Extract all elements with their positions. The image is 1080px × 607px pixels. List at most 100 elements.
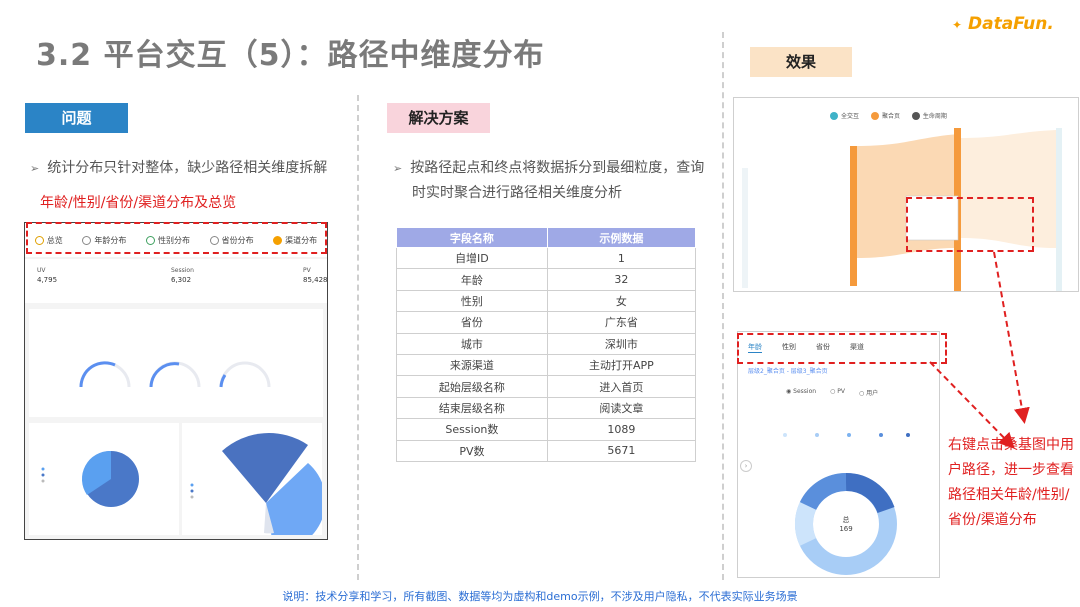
sankey-node-faint xyxy=(742,168,748,288)
logo-mark-icon: ✦ xyxy=(952,18,963,32)
solution-bullet-line2: 时实时聚合进行路径相关维度分析 xyxy=(412,185,622,201)
legend-dot xyxy=(190,483,194,487)
table-cell: 城市 xyxy=(396,332,548,355)
table-cell: 1089 xyxy=(546,418,697,441)
solution-bullet: ➢ 按路径起点和终点将数据拆分到最细粒度，查询 时实时聚合进行路径相关维度分析 xyxy=(393,156,704,205)
gauge-track xyxy=(79,361,131,388)
table-header-row: 字段名称 示例数据 xyxy=(396,227,697,248)
table-header-cell: 字段名称 xyxy=(396,227,548,248)
table-cell: 主动打开APP xyxy=(546,353,697,377)
stat-label: PV xyxy=(303,267,311,274)
bullet-arrow-icon: ➢ xyxy=(393,162,403,175)
table-cell: 进入首页 xyxy=(546,375,697,398)
field-table: 字段名称 示例数据 自增ID 1 年龄 32 性别女 省份 广东省 城市 深圳市 来源渠… xyxy=(396,227,697,462)
legend-dot xyxy=(783,433,787,437)
problem-note: 年龄/性别/省份/渠道分布及总览 xyxy=(40,195,237,211)
dashboard-stats: UV 4,795 Session 6,302 PV 85,428 xyxy=(25,259,328,303)
distribution-screenshot: 年龄 性别 省份 渠道 层级2_聚合页 - 层级3_聚合页 ◉ Session … xyxy=(737,331,940,578)
legend-dot xyxy=(815,433,819,437)
gauge-chart xyxy=(79,361,271,388)
effect-tag: 效果 xyxy=(750,47,852,77)
table-cell: 自增ID xyxy=(396,246,548,270)
bullet-arrow-icon: ➢ xyxy=(30,162,40,175)
effect-note-line: 户路径，进一步查看 xyxy=(948,462,1074,478)
stat-value: 6,302 xyxy=(171,276,192,284)
tabs-highlight-box xyxy=(26,222,327,254)
table-cell: 阅读文章 xyxy=(546,396,697,420)
stat-session: Session 6,302 xyxy=(171,267,194,284)
donut-center-label: 总 xyxy=(842,516,850,524)
legend-dot xyxy=(847,433,851,437)
stat-label: Session xyxy=(171,267,194,274)
problem-bullet-text: 统计分布只针对整体，缺少路径相关维度拆解 xyxy=(47,160,328,176)
stat-uv: UV 4,795 xyxy=(37,267,57,284)
table-cell: 1 xyxy=(546,246,697,270)
table-cell: 5671 xyxy=(546,439,697,462)
table-cell: PV数 xyxy=(396,439,548,462)
divider-left xyxy=(357,95,359,580)
table-cell: 起始层级名称 xyxy=(396,375,548,398)
problem-tag: 问题 xyxy=(25,103,128,133)
stat-value: 4,795 xyxy=(37,276,58,284)
table-cell: 广东省 xyxy=(546,311,697,334)
gauge-arc xyxy=(149,362,180,388)
solution-tag: 解决方案 xyxy=(387,103,490,133)
legend-dot xyxy=(41,467,45,471)
sankey-screenshot: 全交互 聚合页 生命周期 xyxy=(733,97,1079,292)
table-cell: 结束层级名称 xyxy=(396,396,548,420)
rose-chart xyxy=(190,433,326,552)
stat-value: 85,428 xyxy=(303,276,328,284)
gauge-arc xyxy=(79,361,116,388)
effect-note-line: 省份/渠道分布 xyxy=(948,512,1037,528)
footer-disclaimer: 说明：技术分享和学习，所有截图、数据等均为虚构和demo示例，不涉及用户隐私，不… xyxy=(282,590,798,603)
effect-note: 右键点击桑基图中用 户路径，进一步查看 路径相关年龄/性别/ 省份/渠道分布 xyxy=(948,433,1078,533)
table-cell: 32 xyxy=(546,268,697,291)
table-row: 自增ID 1 xyxy=(396,246,697,270)
datafun-logo: ✦ DataFun. xyxy=(952,14,1054,34)
table-row: Session数 1089 xyxy=(396,418,697,441)
donut-center: 总 169 xyxy=(830,516,862,534)
sankey-node-faint xyxy=(1056,128,1062,291)
table-row: PV数 5671 xyxy=(396,439,697,462)
donut-center-value: 169 xyxy=(839,525,853,533)
table-cell: 省份 xyxy=(396,311,548,334)
table-row: 起始层级名称 进入首页 xyxy=(396,375,697,398)
effect-note-line: 路径相关年龄/性别/ xyxy=(948,487,1070,503)
donut-segment xyxy=(795,502,817,546)
table-row: 性别女 xyxy=(396,289,697,313)
donut-segment xyxy=(799,472,847,511)
gauge-panel xyxy=(29,309,323,417)
donut-chart xyxy=(783,433,910,575)
logo-text: DataFun. xyxy=(967,14,1054,34)
legend-dot xyxy=(906,433,910,437)
table-row: 年龄 32 xyxy=(396,268,697,291)
table-cell: Session数 xyxy=(396,418,548,441)
rose-panel xyxy=(182,423,326,552)
solution-bullet-line1: 按路径起点和终点将数据拆分到最细粒度，查询 xyxy=(410,160,705,176)
legend-dot xyxy=(190,489,194,493)
divider-right xyxy=(722,32,724,580)
table-cell: 来源渠道 xyxy=(396,353,548,377)
table-cell: 年龄 xyxy=(396,268,548,291)
stat-pv: PV 85,428 xyxy=(303,267,328,284)
tooltip-highlight-box xyxy=(906,197,1034,252)
sankey-node-orange xyxy=(850,146,857,286)
table-cell: 性别 xyxy=(396,289,548,313)
sankey-chart xyxy=(742,128,1062,291)
legend-dot xyxy=(41,473,45,477)
pie-panel xyxy=(29,423,179,535)
tabs-highlight-box-right xyxy=(737,333,947,364)
pie-chart xyxy=(41,450,139,507)
table-cell: 女 xyxy=(546,289,697,313)
effect-note-line: 右键点击桑基图中用 xyxy=(948,437,1074,453)
stat-label: UV xyxy=(37,267,46,274)
page-title: 3.2 平台交互（5）：路径中维度分布 xyxy=(36,38,545,73)
problem-bullet: ➢ 统计分布只针对整体，缺少路径相关维度拆解 xyxy=(30,156,327,181)
gauge-track xyxy=(219,361,271,388)
gauge-track xyxy=(149,361,201,388)
table-row: 结束层级名称 阅读文章 xyxy=(396,396,697,420)
donut-segment xyxy=(845,472,895,514)
dashboard-screenshot: 总览 年龄分布 性别分布 省份分布 渠道分布 UV 4,795 Session 6,… xyxy=(24,222,328,552)
table-cell: 深圳市 xyxy=(546,332,697,355)
table-row: 来源渠道 主动打开APP xyxy=(396,353,697,377)
